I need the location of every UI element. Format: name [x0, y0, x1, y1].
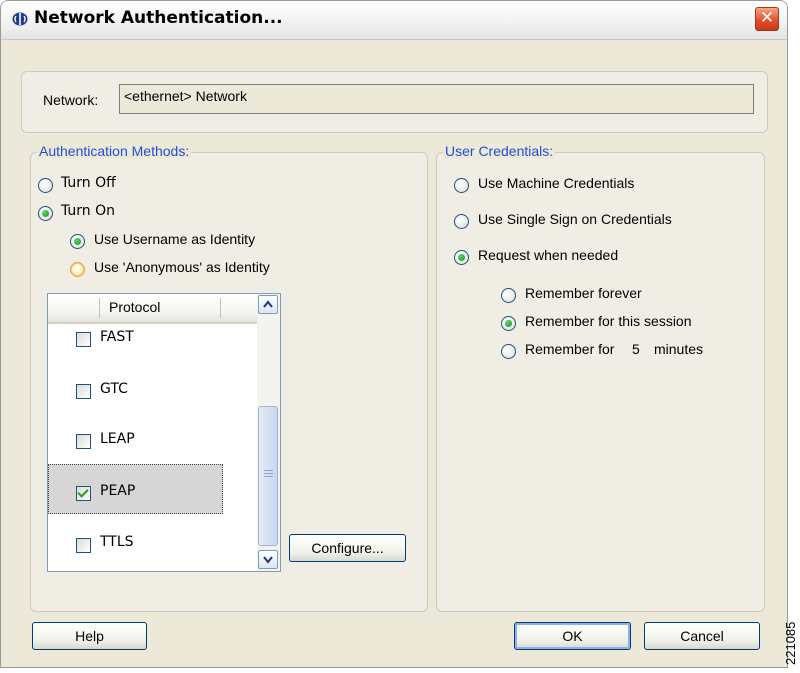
protocol-checkbox-gtc[interactable] — [76, 384, 91, 399]
thumb-grip — [264, 473, 273, 474]
request-when-needed-label[interactable]: Request when needed — [478, 247, 618, 263]
request-when-needed-radio[interactable] — [454, 250, 469, 265]
auth-methods-legend: Authentication Methods: — [37, 143, 192, 159]
dialog-window: Network Authentication... ✕ Network: <et… — [0, 0, 788, 668]
remember-forever-radio[interactable] — [501, 288, 516, 303]
scroll-down-button[interactable] — [258, 550, 278, 569]
configure-button[interactable]: Configure... — [289, 534, 406, 562]
header-divider — [220, 298, 221, 318]
remember-for-radio[interactable] — [501, 344, 516, 359]
user-credentials-legend: User Credentials: — [443, 143, 556, 159]
protocol-label-gtc[interactable]: GTC — [100, 381, 128, 397]
protocol-label-peap[interactable]: PEAP — [100, 483, 135, 499]
protocol-checkbox-fast[interactable] — [76, 332, 91, 347]
network-auth-icon — [12, 12, 28, 26]
window-title: Network Authentication... — [34, 8, 283, 28]
close-icon: ✕ — [759, 8, 775, 28]
machine-credentials-radio[interactable] — [454, 178, 469, 193]
turn-off-label[interactable]: Turn Off — [61, 175, 116, 191]
network-field[interactable]: <ethernet> Network — [119, 84, 754, 114]
protocol-checkbox-ttls[interactable] — [76, 538, 91, 553]
scroll-up-button[interactable] — [258, 295, 278, 314]
remember-forever-label[interactable]: Remember forever — [525, 285, 642, 301]
network-label: Network: — [43, 92, 99, 108]
sso-credentials-label[interactable]: Use Single Sign on Credentials — [478, 211, 672, 227]
protocol-row-selected[interactable] — [48, 464, 223, 514]
scroll-thumb[interactable] — [258, 406, 278, 546]
use-username-label[interactable]: Use Username as Identity — [94, 231, 255, 247]
protocol-checkbox-leap[interactable] — [76, 434, 91, 449]
protocol-column-header[interactable]: Protocol — [109, 299, 160, 315]
chevron-down-icon — [263, 556, 273, 564]
thumb-grip — [264, 470, 273, 471]
ok-button[interactable]: OK — [514, 622, 631, 650]
machine-credentials-label[interactable]: Use Machine Credentials — [478, 175, 634, 191]
remember-session-radio[interactable] — [501, 316, 516, 331]
dialog-body: Network: <ethernet> Network Authenticati… — [10, 40, 779, 660]
title-bar[interactable]: Network Authentication... ✕ — [1, 1, 787, 40]
help-button[interactable]: Help — [32, 622, 147, 650]
minutes-value[interactable]: 5 — [632, 341, 640, 357]
protocol-checkbox-peap[interactable] — [76, 486, 91, 501]
remember-for-label[interactable]: Remember for — [525, 341, 614, 357]
cancel-button[interactable]: Cancel — [644, 622, 760, 650]
turn-on-label[interactable]: Turn On — [61, 203, 115, 219]
figure-id-label: 221085 — [783, 621, 798, 665]
minutes-label: minutes — [654, 341, 704, 357]
protocol-label-fast[interactable]: FAST — [100, 329, 134, 345]
protocol-list-header: Protocol — [48, 294, 257, 324]
header-divider — [99, 298, 100, 318]
protocol-list[interactable]: Protocol FAST GTC LEAP PEAP TTLS — [47, 293, 281, 572]
close-button[interactable]: ✕ — [755, 7, 779, 31]
use-anonymous-radio[interactable] — [70, 262, 85, 277]
protocol-list-scrollbar[interactable] — [257, 294, 280, 571]
use-username-radio[interactable] — [70, 234, 85, 249]
turn-on-radio[interactable] — [38, 206, 53, 221]
protocol-label-leap[interactable]: LEAP — [100, 431, 135, 447]
sso-credentials-radio[interactable] — [454, 214, 469, 229]
turn-off-radio[interactable] — [38, 178, 53, 193]
use-anonymous-label[interactable]: Use 'Anonymous' as Identity — [94, 259, 270, 275]
protocol-label-ttls[interactable]: TTLS — [100, 534, 134, 550]
thumb-grip — [264, 476, 273, 477]
chevron-up-icon — [263, 300, 273, 308]
remember-session-label[interactable]: Remember for this session — [525, 313, 692, 329]
